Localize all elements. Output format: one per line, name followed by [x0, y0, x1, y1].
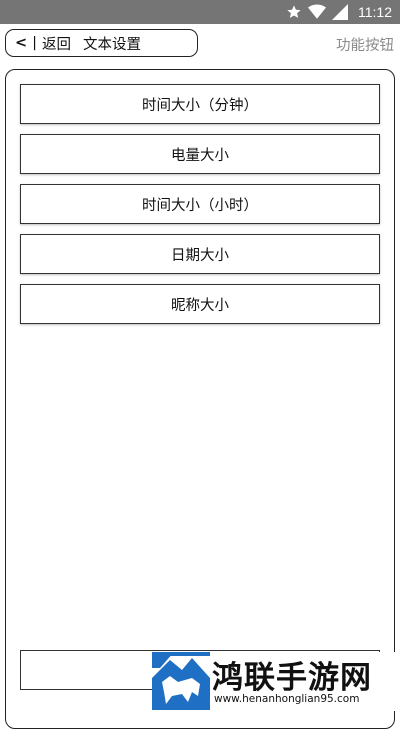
setting-label: 时间大小（分钟） — [142, 97, 258, 114]
setting-hour-size[interactable]: 时间大小（小时） — [20, 184, 380, 224]
signal-icon — [332, 4, 348, 20]
setting-label: 昵称大小 — [171, 297, 229, 314]
setting-nickname-size[interactable]: 昵称大小 — [20, 284, 380, 324]
settings-panel: 时间大小（分钟） 电量大小 时间大小（小时） 日期大小 昵称大小 — [5, 69, 395, 729]
page-title: 文本设置 — [83, 36, 142, 53]
back-chevron-icon[interactable]: < — [15, 35, 27, 51]
setting-label: 电量大小 — [171, 147, 229, 164]
setting-date-size[interactable]: 日期大小 — [20, 234, 380, 274]
watermark-url: www.henanhonglian95.com — [214, 693, 360, 705]
setting-label: 时间大小（小时） — [142, 197, 258, 214]
setting-label: 日期大小 — [171, 247, 229, 264]
function-button[interactable]: 功能按钮 — [336, 34, 394, 55]
watermark: 鸿联手游网 www.henanhonglian95.com — [152, 652, 400, 711]
star-icon — [286, 4, 302, 20]
back-button[interactable]: 返回 — [42, 33, 71, 54]
status-icons: 11:12 — [286, 0, 392, 24]
bull-mountain-logo — [152, 652, 210, 710]
back-bar[interactable]: < | 返回 文本设置 — [5, 29, 198, 57]
setting-battery-size[interactable]: 电量大小 — [20, 134, 380, 174]
back-separator: | — [32, 35, 38, 51]
status-bar: 11:12 — [0, 0, 400, 24]
status-time: 11:12 — [358, 4, 392, 20]
watermark-title: 鸿联手游网 — [212, 660, 372, 696]
wifi-icon — [308, 4, 326, 20]
setting-minute-size[interactable]: 时间大小（分钟） — [20, 84, 380, 124]
